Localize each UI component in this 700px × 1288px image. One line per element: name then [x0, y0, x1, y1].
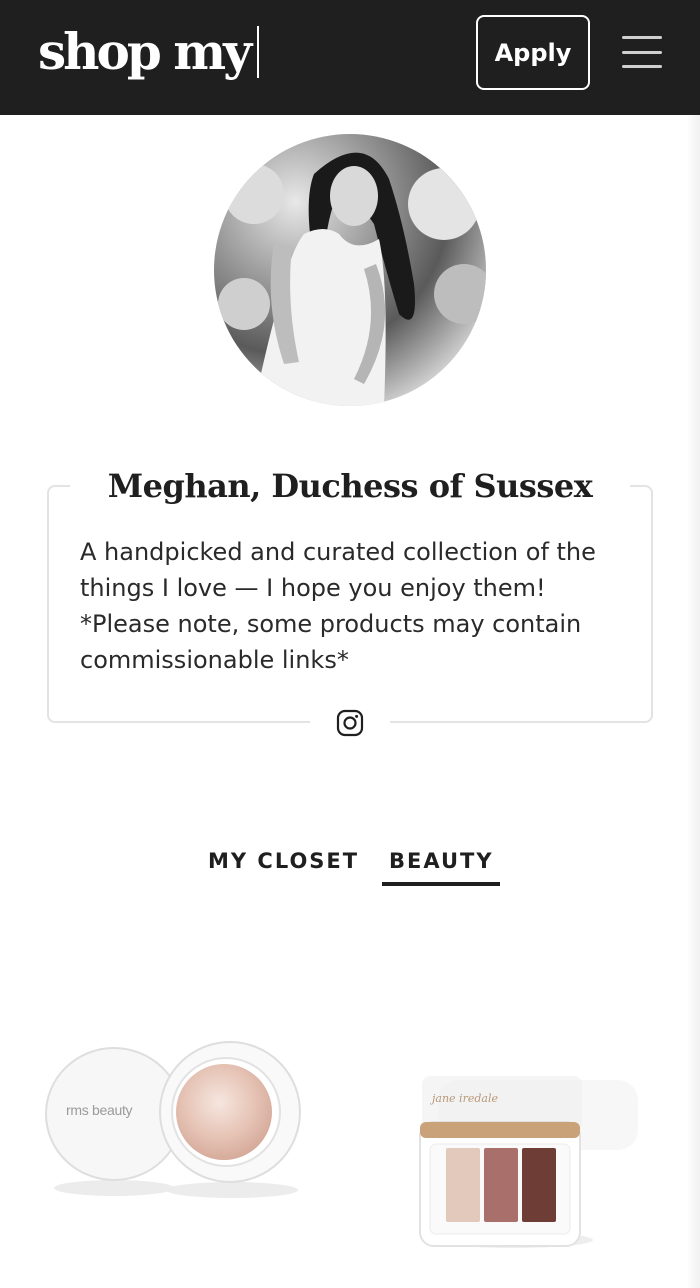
tab-beauty[interactable]: BEAUTY — [389, 846, 494, 876]
product-card-jane-iredale[interactable]: jane iredale — [418, 1070, 640, 1250]
shopmy-logo[interactable]: shop my — [38, 22, 260, 82]
profile-name: Meghan, Duchess of Sussex — [70, 462, 630, 510]
tab-my-closet[interactable]: MY CLOSET — [208, 846, 359, 876]
profile-avatar — [214, 134, 486, 406]
logo-text: shop my — [38, 22, 252, 81]
hamburger-menu-icon[interactable] — [622, 36, 662, 68]
rms-beauty-product-image — [45, 1041, 301, 1198]
apply-button[interactable]: Apply — [476, 15, 590, 90]
menu-line — [622, 50, 662, 54]
top-header: shop my Apply — [0, 0, 700, 115]
social-links — [310, 700, 390, 746]
product-card-rms-beauty[interactable]: rms beauty — [44, 1040, 304, 1200]
menu-line — [622, 36, 662, 39]
active-tab-indicator — [382, 882, 500, 886]
rms-brand-label: rms beauty — [66, 1102, 133, 1118]
logo-cursor-bar — [257, 26, 260, 78]
menu-line — [622, 65, 662, 68]
instagram-icon[interactable] — [336, 709, 364, 737]
jane-brand-label: jane iredale — [432, 1092, 498, 1105]
scrollbar-track — [686, 115, 700, 1288]
profile-bio: A handpicked and curated collection of t… — [80, 538, 596, 674]
avatar-photo — [218, 152, 486, 406]
